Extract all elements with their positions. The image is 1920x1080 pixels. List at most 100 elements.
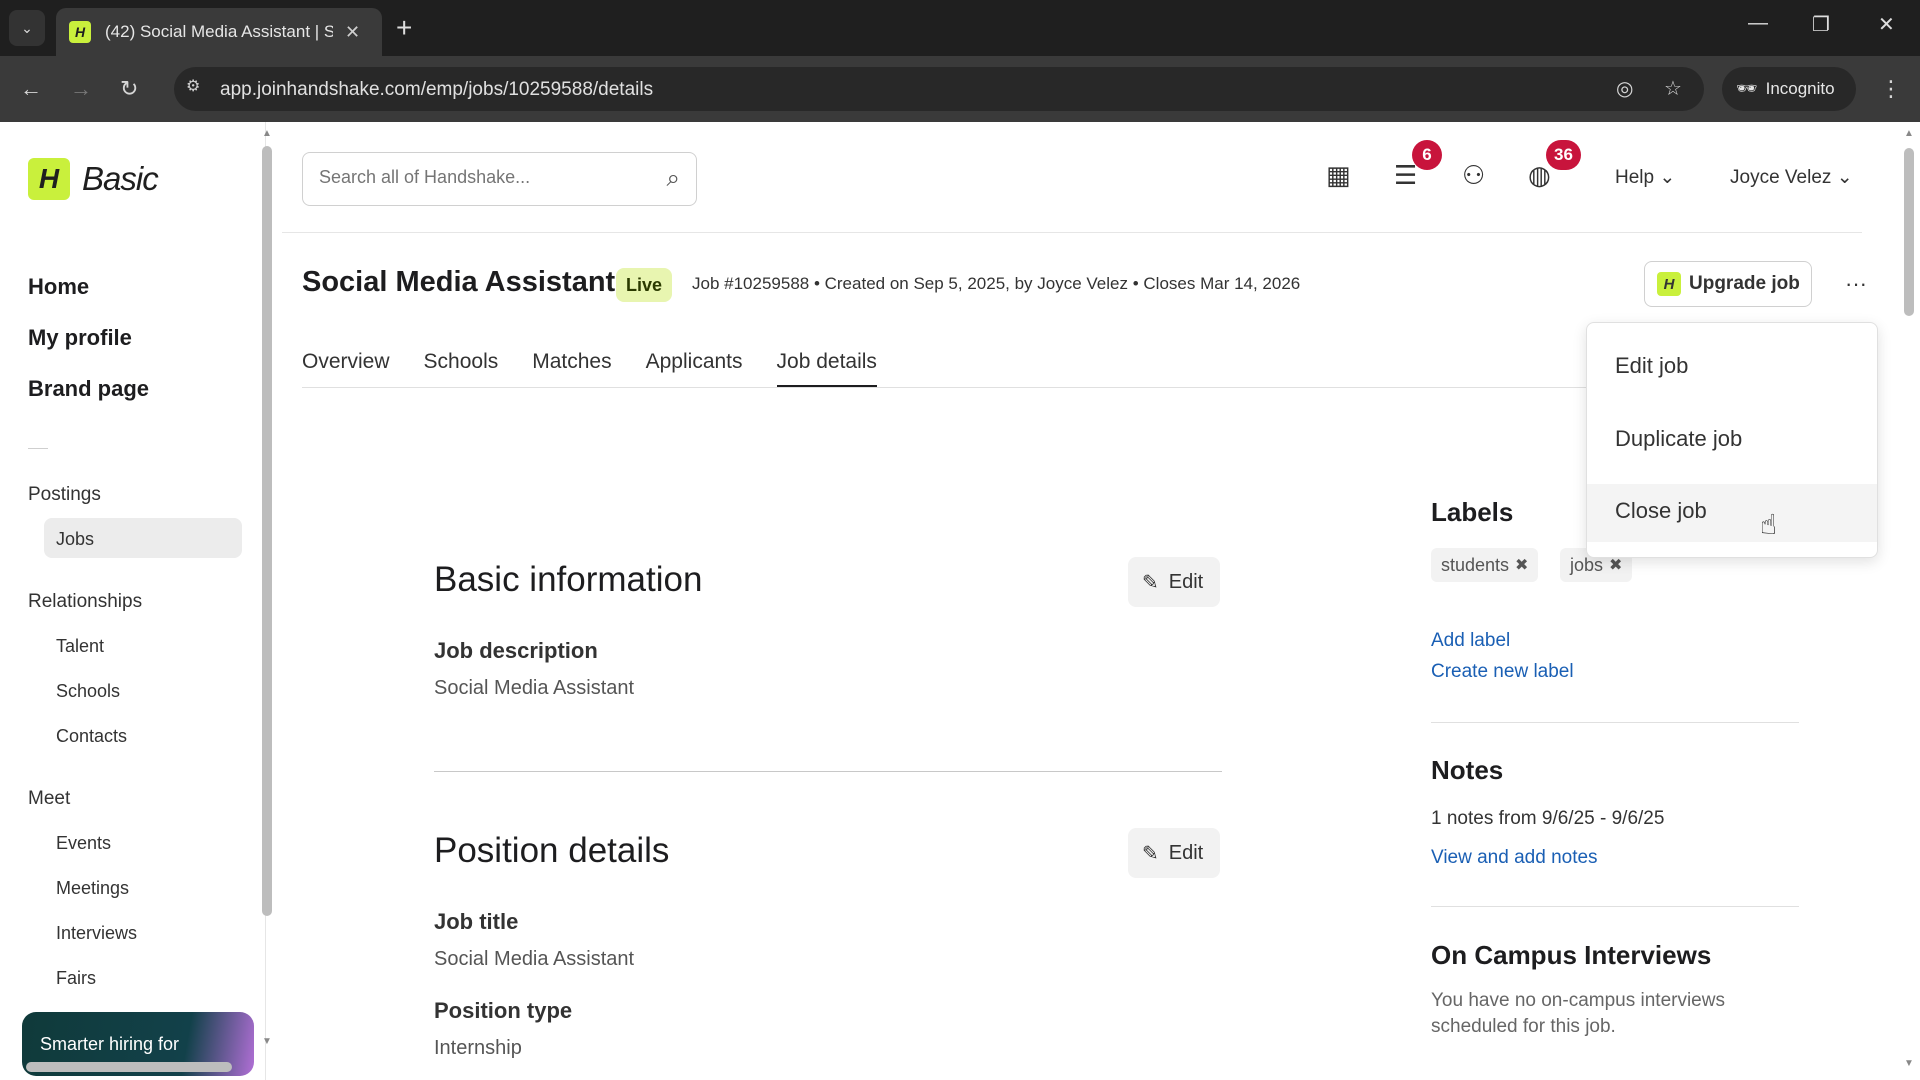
- sidebar-item-brand-page[interactable]: Brand page: [28, 376, 149, 402]
- browser-tab-active[interactable]: H (42) Social Media Assistant | Sm ✕: [56, 8, 382, 56]
- position-type-value: Internship: [434, 1037, 522, 1059]
- page-scrollbar[interactable]: [1904, 148, 1914, 316]
- sidebar-item-meetings[interactable]: Meetings: [56, 878, 129, 899]
- new-tab-button[interactable]: +: [396, 10, 412, 46]
- forward-button[interactable]: →: [70, 76, 92, 102]
- sidebar-item-my-profile[interactable]: My profile: [28, 325, 132, 351]
- page-scroll-up-icon[interactable]: ▲: [1904, 128, 1914, 139]
- search-input[interactable]: [319, 167, 639, 188]
- close-job-menu-item[interactable]: Close job: [1587, 484, 1877, 542]
- panel-divider: [1431, 722, 1799, 723]
- browser-menu-icon[interactable]: ⋮: [1880, 76, 1902, 102]
- tab-applicants[interactable]: Applicants: [646, 340, 743, 388]
- tab-overview[interactable]: Overview: [302, 340, 390, 388]
- more-actions-button[interactable]: ···: [1836, 268, 1876, 300]
- tab-matches[interactable]: Matches: [532, 340, 611, 388]
- address-bar[interactable]: ⚙ app.joinhandshake.com/emp/jobs/1025958…: [174, 67, 1704, 111]
- header-divider: [282, 232, 1862, 233]
- edit-position-details-button[interactable]: ✎ Edit: [1128, 828, 1220, 878]
- label-chip-text: students: [1441, 554, 1510, 575]
- star-icon[interactable]: ☆: [1664, 76, 1682, 101]
- sidebar-item-schools[interactable]: Schools: [56, 681, 120, 702]
- notes-title: Notes: [1431, 755, 1504, 785]
- notes-summary: 1 notes from 9/6/25 - 9/6/25: [1431, 808, 1665, 829]
- label-chip: students ✖: [1431, 548, 1539, 582]
- remove-label-icon[interactable]: ✖: [1609, 555, 1622, 575]
- sidebar-item-events[interactable]: Events: [56, 833, 111, 854]
- incognito-label: Incognito: [1765, 79, 1835, 98]
- restore-button[interactable]: ❐: [1812, 12, 1830, 37]
- edit-label: Edit: [1168, 841, 1204, 864]
- pencil-icon: ✎: [1142, 842, 1159, 865]
- add-label-link[interactable]: Add label: [1431, 630, 1510, 652]
- panel-divider: [1431, 906, 1799, 907]
- on-campus-interviews-text: You have no on-campus interviews schedul…: [1431, 990, 1725, 1037]
- person-icon[interactable]: ⚇: [1462, 160, 1485, 191]
- tab-title: (42) Social Media Assistant | Sm: [105, 22, 333, 41]
- sidebar: H Basic Home My profile Brand page Posti…: [0, 122, 272, 1080]
- remove-label-icon[interactable]: ✖: [1515, 555, 1528, 575]
- duplicate-job-menu-item[interactable]: Duplicate job: [1587, 412, 1877, 470]
- reload-button[interactable]: ↻: [120, 76, 138, 102]
- sidebar-item-fairs[interactable]: Fairs: [56, 968, 96, 989]
- status-badge: Live: [616, 268, 673, 302]
- sidebar-scroll-up-icon[interactable]: ▲: [262, 128, 272, 139]
- globe-icon[interactable]: ◍: [1528, 160, 1551, 191]
- messages-icon[interactable]: ☰: [1394, 160, 1417, 191]
- on-campus-interviews-title: On Campus Interviews: [1431, 940, 1712, 970]
- handshake-logo-icon: H: [28, 158, 70, 200]
- create-new-label-link[interactable]: Create new label: [1431, 661, 1574, 683]
- edit-job-menu-item[interactable]: Edit job: [1587, 339, 1877, 397]
- search-icon[interactable]: ⌕: [667, 165, 680, 193]
- handshake-logo[interactable]: H Basic: [28, 158, 159, 200]
- tab-close-icon[interactable]: ✕: [345, 22, 360, 43]
- upgrade-job-button[interactable]: H Upgrade job: [1644, 261, 1812, 307]
- job-description-value: Social Media Assistant: [434, 677, 635, 699]
- sidebar-scroll-down-icon[interactable]: ▼: [262, 1036, 272, 1047]
- sidebar-item-contacts[interactable]: Contacts: [56, 726, 127, 747]
- section-divider: [434, 771, 1222, 772]
- basic-information-title: Basic information: [434, 560, 703, 599]
- user-name: Joyce Velez: [1730, 167, 1832, 188]
- view-and-add-notes-link[interactable]: View and add notes: [1431, 847, 1598, 869]
- help-label: Help: [1615, 167, 1655, 188]
- sidebar-scrollbar[interactable]: [262, 146, 272, 916]
- url-text[interactable]: app.joinhandshake.com/emp/jobs/10259588/…: [220, 79, 653, 101]
- sidebar-item-home[interactable]: Home: [28, 274, 89, 300]
- sidebar-item-jobs[interactable]: Jobs: [56, 529, 94, 550]
- chevron-down-icon: ⌄: [1836, 167, 1853, 188]
- chevron-down-icon: ⌄: [21, 19, 33, 36]
- pencil-icon: ✎: [1142, 571, 1159, 594]
- tab-search-button[interactable]: ⌄: [9, 10, 45, 46]
- tab-job-details[interactable]: Job details: [776, 340, 877, 388]
- sidebar-section-meet: Meet: [28, 788, 71, 809]
- job-description-label: Job description: [434, 638, 598, 663]
- page-scroll-down-icon[interactable]: ▼: [1904, 1058, 1914, 1069]
- sidebar-horizontal-scrollbar[interactable]: [26, 1062, 232, 1072]
- eye-off-icon[interactable]: ◎: [1616, 76, 1633, 101]
- user-menu[interactable]: Joyce Velez ⌄: [1730, 166, 1853, 189]
- close-window-button[interactable]: ✕: [1878, 12, 1895, 37]
- sidebar-item-talent[interactable]: Talent: [56, 636, 104, 657]
- upgrade-job-label: Upgrade job: [1689, 273, 1800, 294]
- hand-pointer-icon: ☝: [1760, 509, 1778, 540]
- handshake-mini-icon: H: [1657, 272, 1681, 296]
- minimize-button[interactable]: —: [1748, 12, 1768, 35]
- global-search[interactable]: ⌕: [302, 152, 697, 206]
- help-menu[interactable]: Help ⌄: [1615, 166, 1675, 189]
- position-details-title: Position details: [434, 831, 670, 870]
- edit-basic-information-button[interactable]: ✎ Edit: [1128, 557, 1220, 607]
- incognito-icon: 🕶: [1736, 79, 1758, 98]
- back-button[interactable]: ←: [20, 76, 42, 102]
- more-actions-dropdown: Edit job Duplicate job Close job: [1586, 322, 1878, 558]
- calendar-icon[interactable]: ▦: [1326, 160, 1351, 191]
- messages-count-badge: 6: [1412, 140, 1442, 170]
- tab-schools[interactable]: Schools: [424, 340, 499, 388]
- tabs-divider: [302, 387, 1588, 388]
- incognito-indicator[interactable]: 🕶 Incognito: [1722, 67, 1856, 111]
- sidebar-item-interviews[interactable]: Interviews: [56, 923, 137, 944]
- site-info-icon[interactable]: ⚙: [186, 76, 200, 96]
- sidebar-section-postings: Postings: [28, 484, 101, 505]
- edit-label: Edit: [1168, 570, 1204, 593]
- position-type-label: Position type: [434, 998, 573, 1023]
